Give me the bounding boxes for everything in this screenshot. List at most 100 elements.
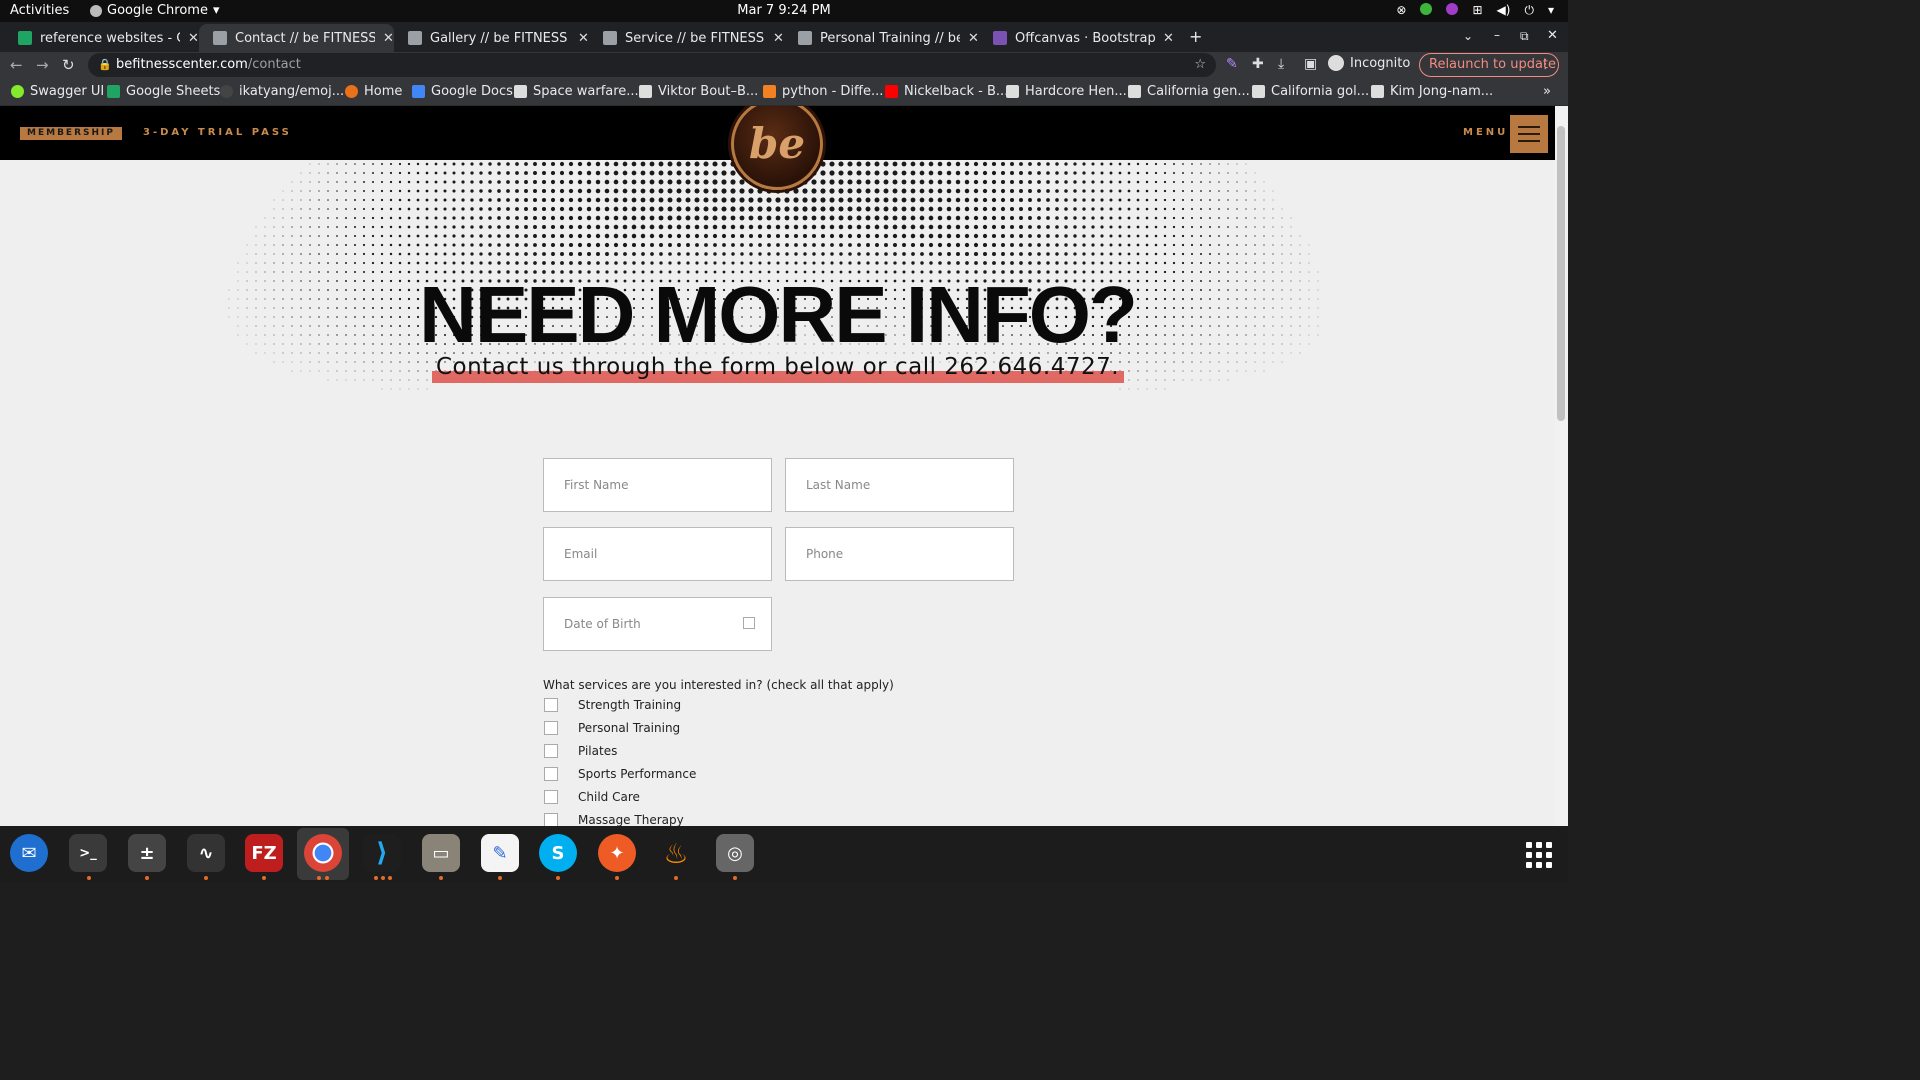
disk-utility-icon[interactable]: ◎ — [716, 834, 754, 872]
checkbox[interactable] — [544, 813, 558, 826]
filezilla-icon[interactable]: FZ — [245, 834, 283, 872]
checkbox[interactable] — [544, 767, 558, 781]
download-icon[interactable]: ⤓ — [1278, 56, 1284, 72]
halftone-dot — [595, 206, 601, 212]
halftone-dot — [884, 261, 888, 265]
service-option-child-care[interactable]: Child Care — [544, 790, 640, 804]
bookmark-item[interactable]: Google Sheets — [107, 84, 220, 99]
close-icon[interactable]: ✕ — [188, 31, 199, 46]
network-icon[interactable]: ⊞ — [1472, 3, 1482, 18]
checkbox[interactable] — [544, 698, 558, 712]
bookmark-item[interactable]: ikatyang/emoj... — [220, 84, 344, 99]
thunderbird-icon[interactable]: ✉ — [10, 834, 48, 872]
date-of-birth-field[interactable]: Date of Birth — [543, 597, 772, 651]
system-monitor-icon[interactable]: ∿ — [187, 834, 225, 872]
tab-gallery[interactable]: Gallery // be FITNESS // De ✕ — [394, 24, 589, 52]
text-editor-icon[interactable]: ✎ — [481, 834, 519, 872]
bookmark-item[interactable]: Space warfare... — [514, 84, 639, 99]
bookmarks-overflow-icon[interactable]: » — [1543, 84, 1551, 99]
checkbox[interactable] — [544, 721, 558, 735]
relaunch-button[interactable]: Relaunch to update ⋮ — [1419, 53, 1559, 77]
terminal-icon[interactable]: >_ — [69, 834, 107, 872]
vscode-icon[interactable]: ⟩ — [363, 834, 401, 872]
bookmark-item[interactable]: California gen... — [1128, 84, 1250, 99]
halftone-dot — [1046, 243, 1050, 247]
halftone-dot — [677, 261, 681, 265]
checkbox[interactable] — [544, 790, 558, 804]
show-applications-icon[interactable] — [1526, 842, 1552, 868]
restore-icon[interactable]: ⧉ — [1520, 29, 1529, 44]
calendar-icon[interactable] — [743, 617, 755, 629]
postman-icon[interactable]: ✦ — [598, 834, 636, 872]
halftone-dot — [1172, 216, 1176, 220]
power-icon[interactable]: ⏻ — [1524, 3, 1534, 18]
service-option-pilates[interactable]: Pilates — [544, 744, 617, 758]
skype-icon[interactable]: S — [539, 834, 577, 872]
halftone-dot — [686, 243, 690, 247]
hamburger-menu-button[interactable] — [1510, 115, 1548, 153]
bookmark-item[interactable]: Swagger UI — [11, 84, 104, 99]
volume-icon[interactable]: ◀) — [1497, 3, 1511, 18]
membership-button[interactable]: MEMBERSHIP — [20, 127, 122, 140]
service-option-strength-training[interactable]: Strength Training — [544, 698, 681, 712]
more-vert-icon[interactable]: ⋮ — [1539, 54, 1552, 76]
side-panel-icon[interactable]: ▣ — [1304, 56, 1317, 72]
tab-reference-websites[interactable]: reference websites - Goog ✕ — [4, 24, 199, 52]
tab-service[interactable]: Service // be FITNESS // De ✕ — [589, 24, 784, 52]
system-tray[interactable]: ⊗ ⊞ ◀) ⏻ ▾ — [1396, 3, 1554, 18]
tab-search-chevron-icon[interactable]: ⌄ — [1463, 29, 1473, 43]
bookmark-item[interactable]: Nickelback - B... — [885, 84, 1008, 99]
clock[interactable]: Mar 7 9:24 PM — [0, 3, 1568, 18]
extension-icon[interactable] — [1446, 3, 1459, 15]
scrollbar-thumb[interactable] — [1557, 126, 1565, 421]
flame-app-icon[interactable]: ♨ — [657, 834, 695, 872]
bookmark-item[interactable]: python - Diffe... — [763, 84, 883, 99]
service-option-massage-therapy[interactable]: Massage Therapy — [544, 813, 684, 826]
last-name-field[interactable]: Last Name — [785, 458, 1014, 512]
halftone-dot — [919, 215, 925, 221]
close-icon[interactable]: ✕ — [383, 31, 394, 46]
check-icon[interactable] — [1420, 3, 1433, 15]
tab-offcanvas[interactable]: Offcanvas · Bootstrap v5. ✕ — [979, 24, 1174, 52]
extensions-puzzle-icon[interactable]: ✚ — [1252, 56, 1264, 72]
new-tab-plus-icon[interactable]: + — [1189, 27, 1202, 46]
menu-label[interactable]: MENU — [1463, 127, 1508, 138]
close-icon[interactable]: ✕ — [578, 31, 589, 46]
bookmark-item[interactable]: Hardcore Hen... — [1006, 84, 1127, 99]
reload-icon[interactable]: ↻ — [62, 56, 75, 74]
first-name-field[interactable]: First Name — [543, 458, 772, 512]
bookmark-item[interactable]: Viktor Bout–B... — [639, 84, 758, 99]
calculator-icon[interactable]: ± — [128, 834, 166, 872]
tab-personal-training[interactable]: Personal Training // be FIT ✕ — [784, 24, 979, 52]
phone-field[interactable]: Phone — [785, 527, 1014, 581]
close-icon[interactable]: ✕ — [968, 31, 979, 46]
bookmark-item[interactable]: Kim Jong-nam... — [1371, 84, 1493, 99]
halftone-dot — [946, 188, 952, 194]
files-icon[interactable]: ▭ — [422, 834, 460, 872]
service-option-personal-training[interactable]: Personal Training — [544, 721, 680, 735]
minimize-icon[interactable]: – — [1494, 28, 1500, 42]
email-field[interactable]: Email — [543, 527, 772, 581]
service-option-sports-performance[interactable]: Sports Performance — [544, 767, 696, 781]
trial-pass-link[interactable]: 3-DAY TRIAL PASS — [143, 127, 292, 138]
chrome-icon[interactable] — [304, 834, 342, 872]
bookmark-item[interactable]: Google Docs — [412, 84, 513, 99]
halftone-dot — [488, 252, 492, 256]
forward-arrow-icon[interactable]: → — [36, 56, 49, 74]
status-icon[interactable]: ⊗ — [1396, 3, 1406, 18]
bookmark-item[interactable]: Home — [345, 84, 402, 99]
address-bar[interactable]: 🔒 befitnesscenter.com/contact ☆ — [88, 53, 1216, 77]
close-window-icon[interactable]: ✕ — [1547, 28, 1558, 43]
close-icon[interactable]: ✕ — [773, 31, 784, 46]
page-scrollbar[interactable] — [1555, 106, 1568, 826]
checkbox[interactable] — [544, 744, 558, 758]
pen-extension-icon[interactable]: ✎ — [1226, 56, 1238, 72]
incognito-indicator[interactable]: Incognito — [1328, 55, 1410, 71]
back-arrow-icon[interactable]: ← — [10, 56, 23, 74]
close-icon[interactable]: ✕ — [1163, 31, 1174, 46]
bookmark-star-icon[interactable]: ☆ — [1194, 53, 1206, 77]
lock-icon[interactable]: 🔒 — [98, 53, 112, 77]
chevron-down-icon[interactable]: ▾ — [1548, 3, 1554, 18]
bookmark-item[interactable]: California gol... — [1252, 84, 1369, 99]
tab-contact[interactable]: Contact // be FITNESS // D ✕ — [199, 24, 394, 52]
